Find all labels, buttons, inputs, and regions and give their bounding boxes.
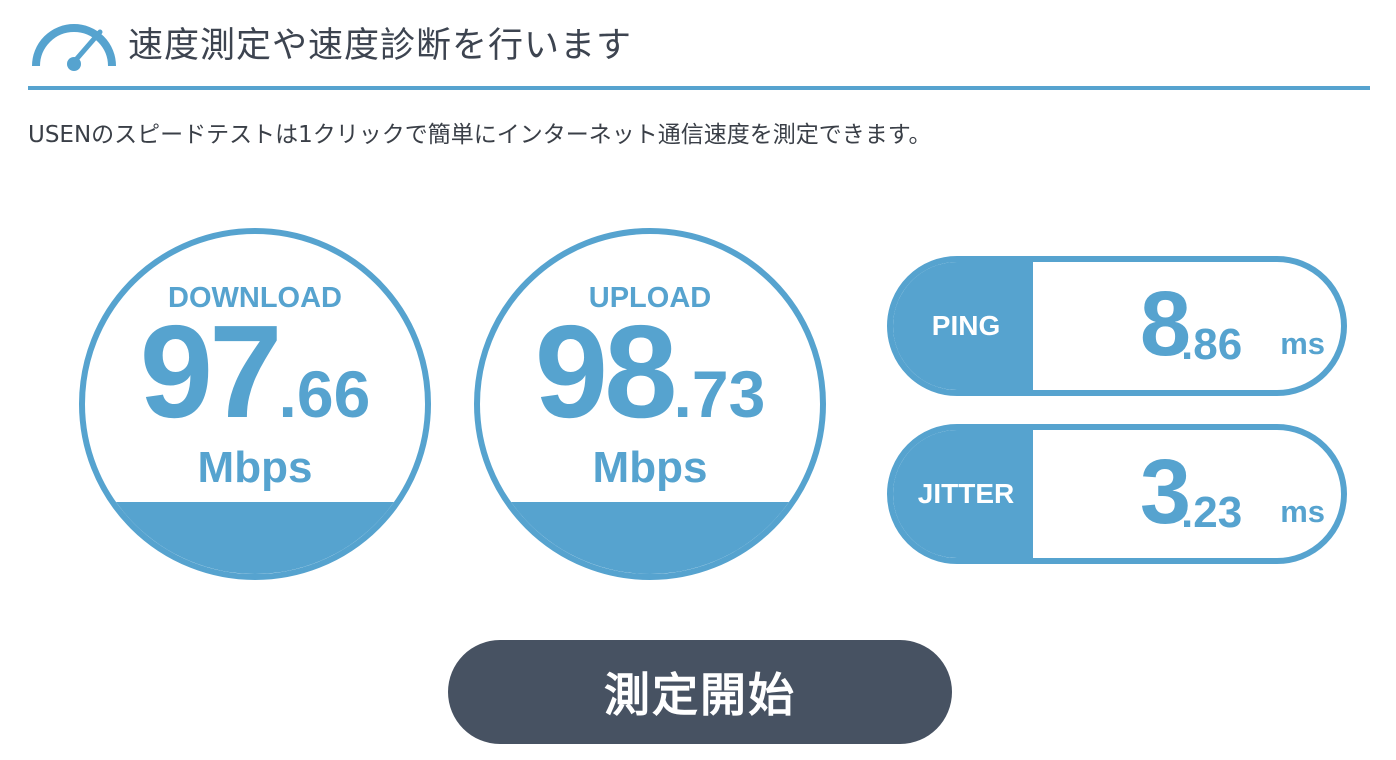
upload-value-decimal: .73 bbox=[673, 357, 766, 431]
download-dial-fill bbox=[85, 502, 425, 574]
download-dial: DOWNLOAD 97.66 Mbps bbox=[79, 228, 431, 580]
jitter-unit: ms bbox=[1280, 494, 1325, 529]
intro-text: USENのスピードテストは1クリックで簡単にインターネット通信速度を測定できます… bbox=[28, 122, 932, 148]
ping-value-decimal: .86 bbox=[1181, 320, 1243, 369]
ping-panel: PING 8 .86 ms bbox=[887, 256, 1347, 396]
upload-unit: Mbps bbox=[592, 443, 708, 492]
page-header: 速度測定や速度診断を行います bbox=[28, 12, 1370, 90]
jitter-reading: 3 .23 ms bbox=[1033, 430, 1341, 558]
download-value-decimal: .66 bbox=[278, 357, 371, 431]
start-measurement-button[interactable]: 測定開始 bbox=[448, 640, 952, 744]
ping-label: PING bbox=[893, 262, 1033, 390]
page-title: 速度測定や速度診断を行います bbox=[128, 26, 633, 66]
download-unit: Mbps bbox=[197, 443, 313, 492]
upload-value-integer: 98 bbox=[534, 298, 678, 445]
speedometer-icon bbox=[32, 24, 116, 71]
upload-dial: UPLOAD 98.73 Mbps bbox=[474, 228, 826, 580]
download-value-integer: 97 bbox=[139, 298, 283, 445]
jitter-label: JITTER bbox=[893, 430, 1033, 558]
upload-value: 98.73 bbox=[480, 306, 820, 438]
jitter-value-decimal: .23 bbox=[1181, 488, 1243, 537]
header-divider bbox=[28, 86, 1370, 90]
upload-dial-fill bbox=[480, 502, 820, 574]
download-value: 97.66 bbox=[85, 306, 425, 438]
jitter-panel: JITTER 3 .23 ms bbox=[887, 424, 1347, 564]
ping-unit: ms bbox=[1280, 326, 1325, 361]
ping-reading: 8 .86 ms bbox=[1033, 262, 1341, 390]
